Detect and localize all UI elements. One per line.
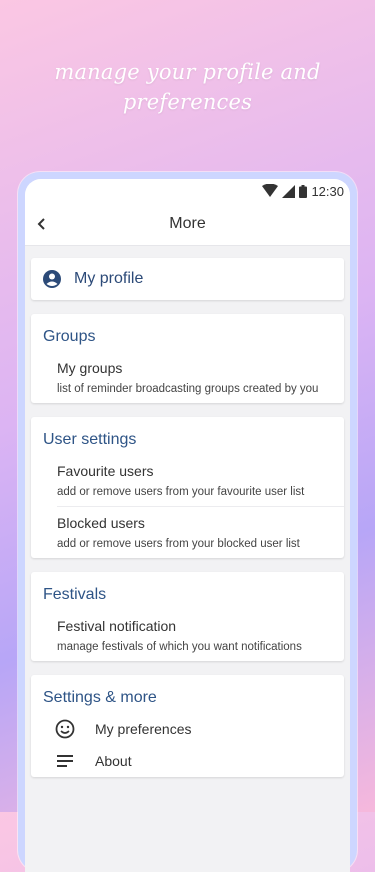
more-content: My profile Groups My groups list of remi… <box>25 246 350 777</box>
phone-screen: 12:30 More My profile Groups My groups l… <box>25 179 350 872</box>
wifi-icon <box>262 184 279 197</box>
blocked-users-title: Blocked users <box>57 515 145 531</box>
about-item[interactable]: About <box>31 745 344 777</box>
user-settings-card: User settings Favourite users add or rem… <box>31 417 344 558</box>
battery-icon <box>299 184 308 198</box>
festival-notification-title: Festival notification <box>57 618 177 634</box>
my-groups-title: My groups <box>57 360 123 376</box>
status-time: 12:30 <box>311 183 344 199</box>
blocked-users-item[interactable]: Blocked users add or remove users from y… <box>31 507 344 558</box>
about-label: About <box>95 753 132 769</box>
favourite-users-item[interactable]: Favourite users add or remove users from… <box>31 455 344 506</box>
groups-section-title: Groups <box>43 328 96 345</box>
festival-notification-subtitle: manage festivals of which you want notif… <box>57 641 302 653</box>
smiley-icon <box>55 719 75 739</box>
festivals-card: Festivals Festival notification manage f… <box>31 572 344 661</box>
favourite-users-title: Favourite users <box>57 463 154 479</box>
phone-frame: 12:30 More My profile Groups My groups l… <box>18 172 357 872</box>
notes-icon <box>57 755 73 767</box>
groups-card: Groups My groups list of reminder broadc… <box>31 314 344 403</box>
my-groups-subtitle: list of reminder broadcasting groups cre… <box>57 383 319 395</box>
settings-more-section-title: Settings & more <box>43 689 157 706</box>
tagline: manage your profile and preferences <box>0 57 375 117</box>
my-profile-button[interactable]: My profile <box>31 258 344 300</box>
tagline-text: manage your profile and preferences <box>54 60 321 114</box>
festivals-section-title: Festivals <box>43 586 107 603</box>
page-title: More <box>169 215 206 232</box>
status-bar: 12:30 <box>25 179 350 203</box>
my-groups-item[interactable]: My groups list of reminder broadcasting … <box>31 352 344 403</box>
settings-more-card: Settings & more My preferences About <box>31 675 344 777</box>
favourite-users-subtitle: add or remove users from your favourite … <box>57 486 305 498</box>
my-preferences-item[interactable]: My preferences <box>31 713 344 745</box>
festival-notification-item[interactable]: Festival notification manage festivals o… <box>31 610 344 661</box>
blocked-users-subtitle: add or remove users from your blocked us… <box>57 538 300 550</box>
my-preferences-label: My preferences <box>95 721 192 737</box>
app-bar: More <box>25 203 350 246</box>
user-settings-section-title: User settings <box>43 431 137 448</box>
signal-icon <box>282 184 296 198</box>
my-profile-label: My profile <box>74 270 144 287</box>
account-circle-icon <box>43 270 61 288</box>
